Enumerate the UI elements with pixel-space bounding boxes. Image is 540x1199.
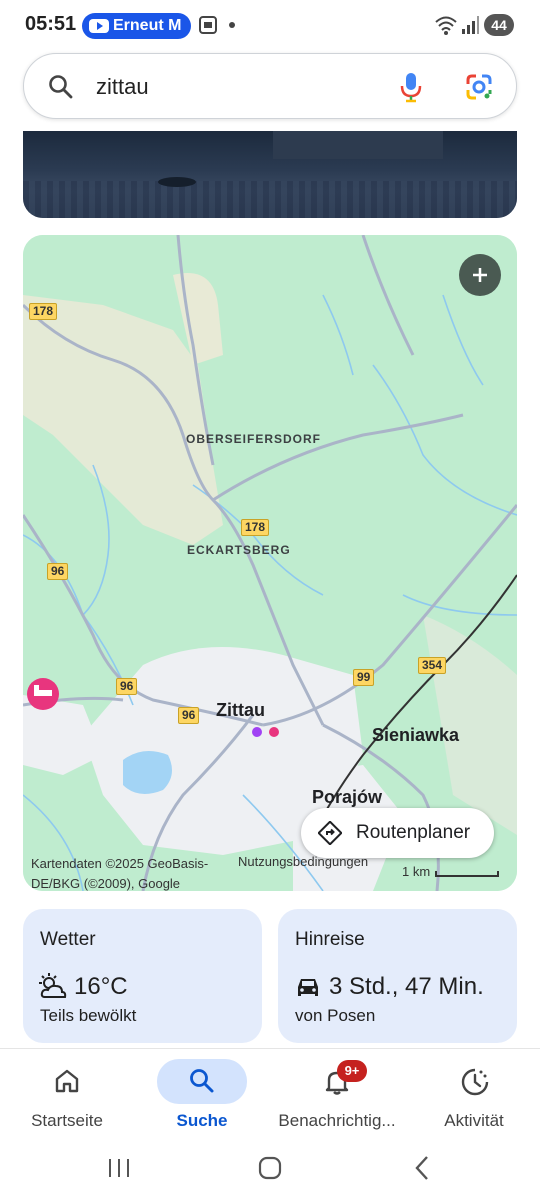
nav-notifications[interactable]: Benachrichtig... xyxy=(270,1049,404,1145)
weather-temperature: 16°C xyxy=(74,973,128,1000)
travel-origin: von Posen xyxy=(295,1006,376,1025)
search-icon[interactable] xyxy=(48,74,74,100)
media-pill-label: Erneut M xyxy=(113,17,182,34)
road-shield-96: 96 xyxy=(47,563,69,580)
weather-title: Wetter xyxy=(40,929,96,950)
route-planner-button[interactable]: Routenplaner xyxy=(301,808,494,858)
home-button-icon[interactable] xyxy=(258,1156,282,1180)
youtube-icon xyxy=(89,19,109,33)
weather-condition: Teils bewölkt xyxy=(40,1006,137,1025)
map-canvas[interactable] xyxy=(23,235,517,891)
road-shield-99: 99 xyxy=(353,669,375,686)
road-shield-96: 96 xyxy=(116,678,138,695)
status-bar: 05:51 Erneut M 44 xyxy=(0,0,540,50)
place-photo[interactable] xyxy=(23,131,517,218)
search-input[interactable]: zittau xyxy=(96,74,149,100)
travel-card[interactable]: Hinreise 3 Std., 47 Min. von Posen xyxy=(278,909,517,1043)
map-attribution: Kartendaten ©2025 GeoBasis-DE/BKG (©2009… xyxy=(31,856,209,891)
travel-duration: 3 Std., 47 Min. xyxy=(329,973,484,1000)
notification-dot xyxy=(229,22,235,28)
collapse-icon xyxy=(473,268,487,282)
google-lens-icon[interactable] xyxy=(464,72,494,102)
travel-title: Hinreise xyxy=(295,929,365,950)
car-icon xyxy=(298,979,318,996)
weather-card[interactable]: Wetter 16°C Teils bewölkt xyxy=(23,909,262,1043)
clock: 05:51 xyxy=(25,13,77,35)
road-shield-178: 178 xyxy=(241,519,270,536)
battery-icon: 44 xyxy=(484,14,514,36)
place-label-oberseifersdorf[interactable]: OBERSEIFERSDORF xyxy=(186,432,321,446)
nav-activity[interactable]: Aktivität xyxy=(424,1049,524,1145)
system-navigation-bar xyxy=(0,1144,540,1199)
back-icon[interactable] xyxy=(412,1155,432,1181)
place-label-eckartsberg[interactable]: ECKARTSBERG xyxy=(187,543,291,557)
home-icon xyxy=(55,1069,79,1093)
route-planner-label: Routenplaner xyxy=(356,822,471,843)
partly-cloudy-icon xyxy=(39,973,67,998)
road-shield-178: 178 xyxy=(29,303,58,320)
signal-icon xyxy=(462,16,479,34)
activity-icon xyxy=(461,1068,489,1096)
map-card[interactable]: OBERSEIFERSDORF ECKARTSBERG Zittau Sieni… xyxy=(23,235,517,891)
recent-apps-icon[interactable] xyxy=(106,1157,132,1179)
screenshot-icon xyxy=(199,16,217,34)
search-icon xyxy=(190,1069,214,1093)
directions-icon xyxy=(318,821,342,845)
media-pill[interactable]: Erneut M xyxy=(82,13,191,39)
wifi-icon xyxy=(435,16,457,35)
photo-cobblestones xyxy=(23,181,517,218)
notification-badge: 9+ xyxy=(337,1060,367,1082)
road-shield-354: 354 xyxy=(418,657,447,674)
collapse-map-button[interactable] xyxy=(459,254,501,296)
photo-manhole xyxy=(158,177,196,187)
nav-search-label: Suche xyxy=(176,1111,228,1130)
place-label-zittau[interactable]: Zittau xyxy=(216,700,265,721)
place-label-sieniawka[interactable]: Sieniawka xyxy=(372,725,459,746)
nav-notifications-label: Benachrichtig... xyxy=(278,1111,396,1130)
scale-bar xyxy=(435,871,499,877)
road-shield-96: 96 xyxy=(178,707,200,724)
photo-building xyxy=(273,131,443,159)
nav-home[interactable]: Startseite xyxy=(14,1049,120,1145)
terms-link[interactable]: Nutzungsbedingungen xyxy=(238,854,368,869)
place-label-porajow[interactable]: Porajów xyxy=(312,787,382,808)
search-bar[interactable]: zittau xyxy=(23,53,517,119)
microphone-icon[interactable] xyxy=(400,71,422,103)
scale-label: 1 km xyxy=(402,864,431,879)
nav-home-label: Startseite xyxy=(31,1111,103,1130)
nav-activity-label: Aktivität xyxy=(444,1111,504,1130)
bottom-navigation: Startseite Suche Benachrichtig... Aktivi… xyxy=(0,1048,540,1145)
nav-search[interactable]: Suche xyxy=(152,1049,252,1145)
